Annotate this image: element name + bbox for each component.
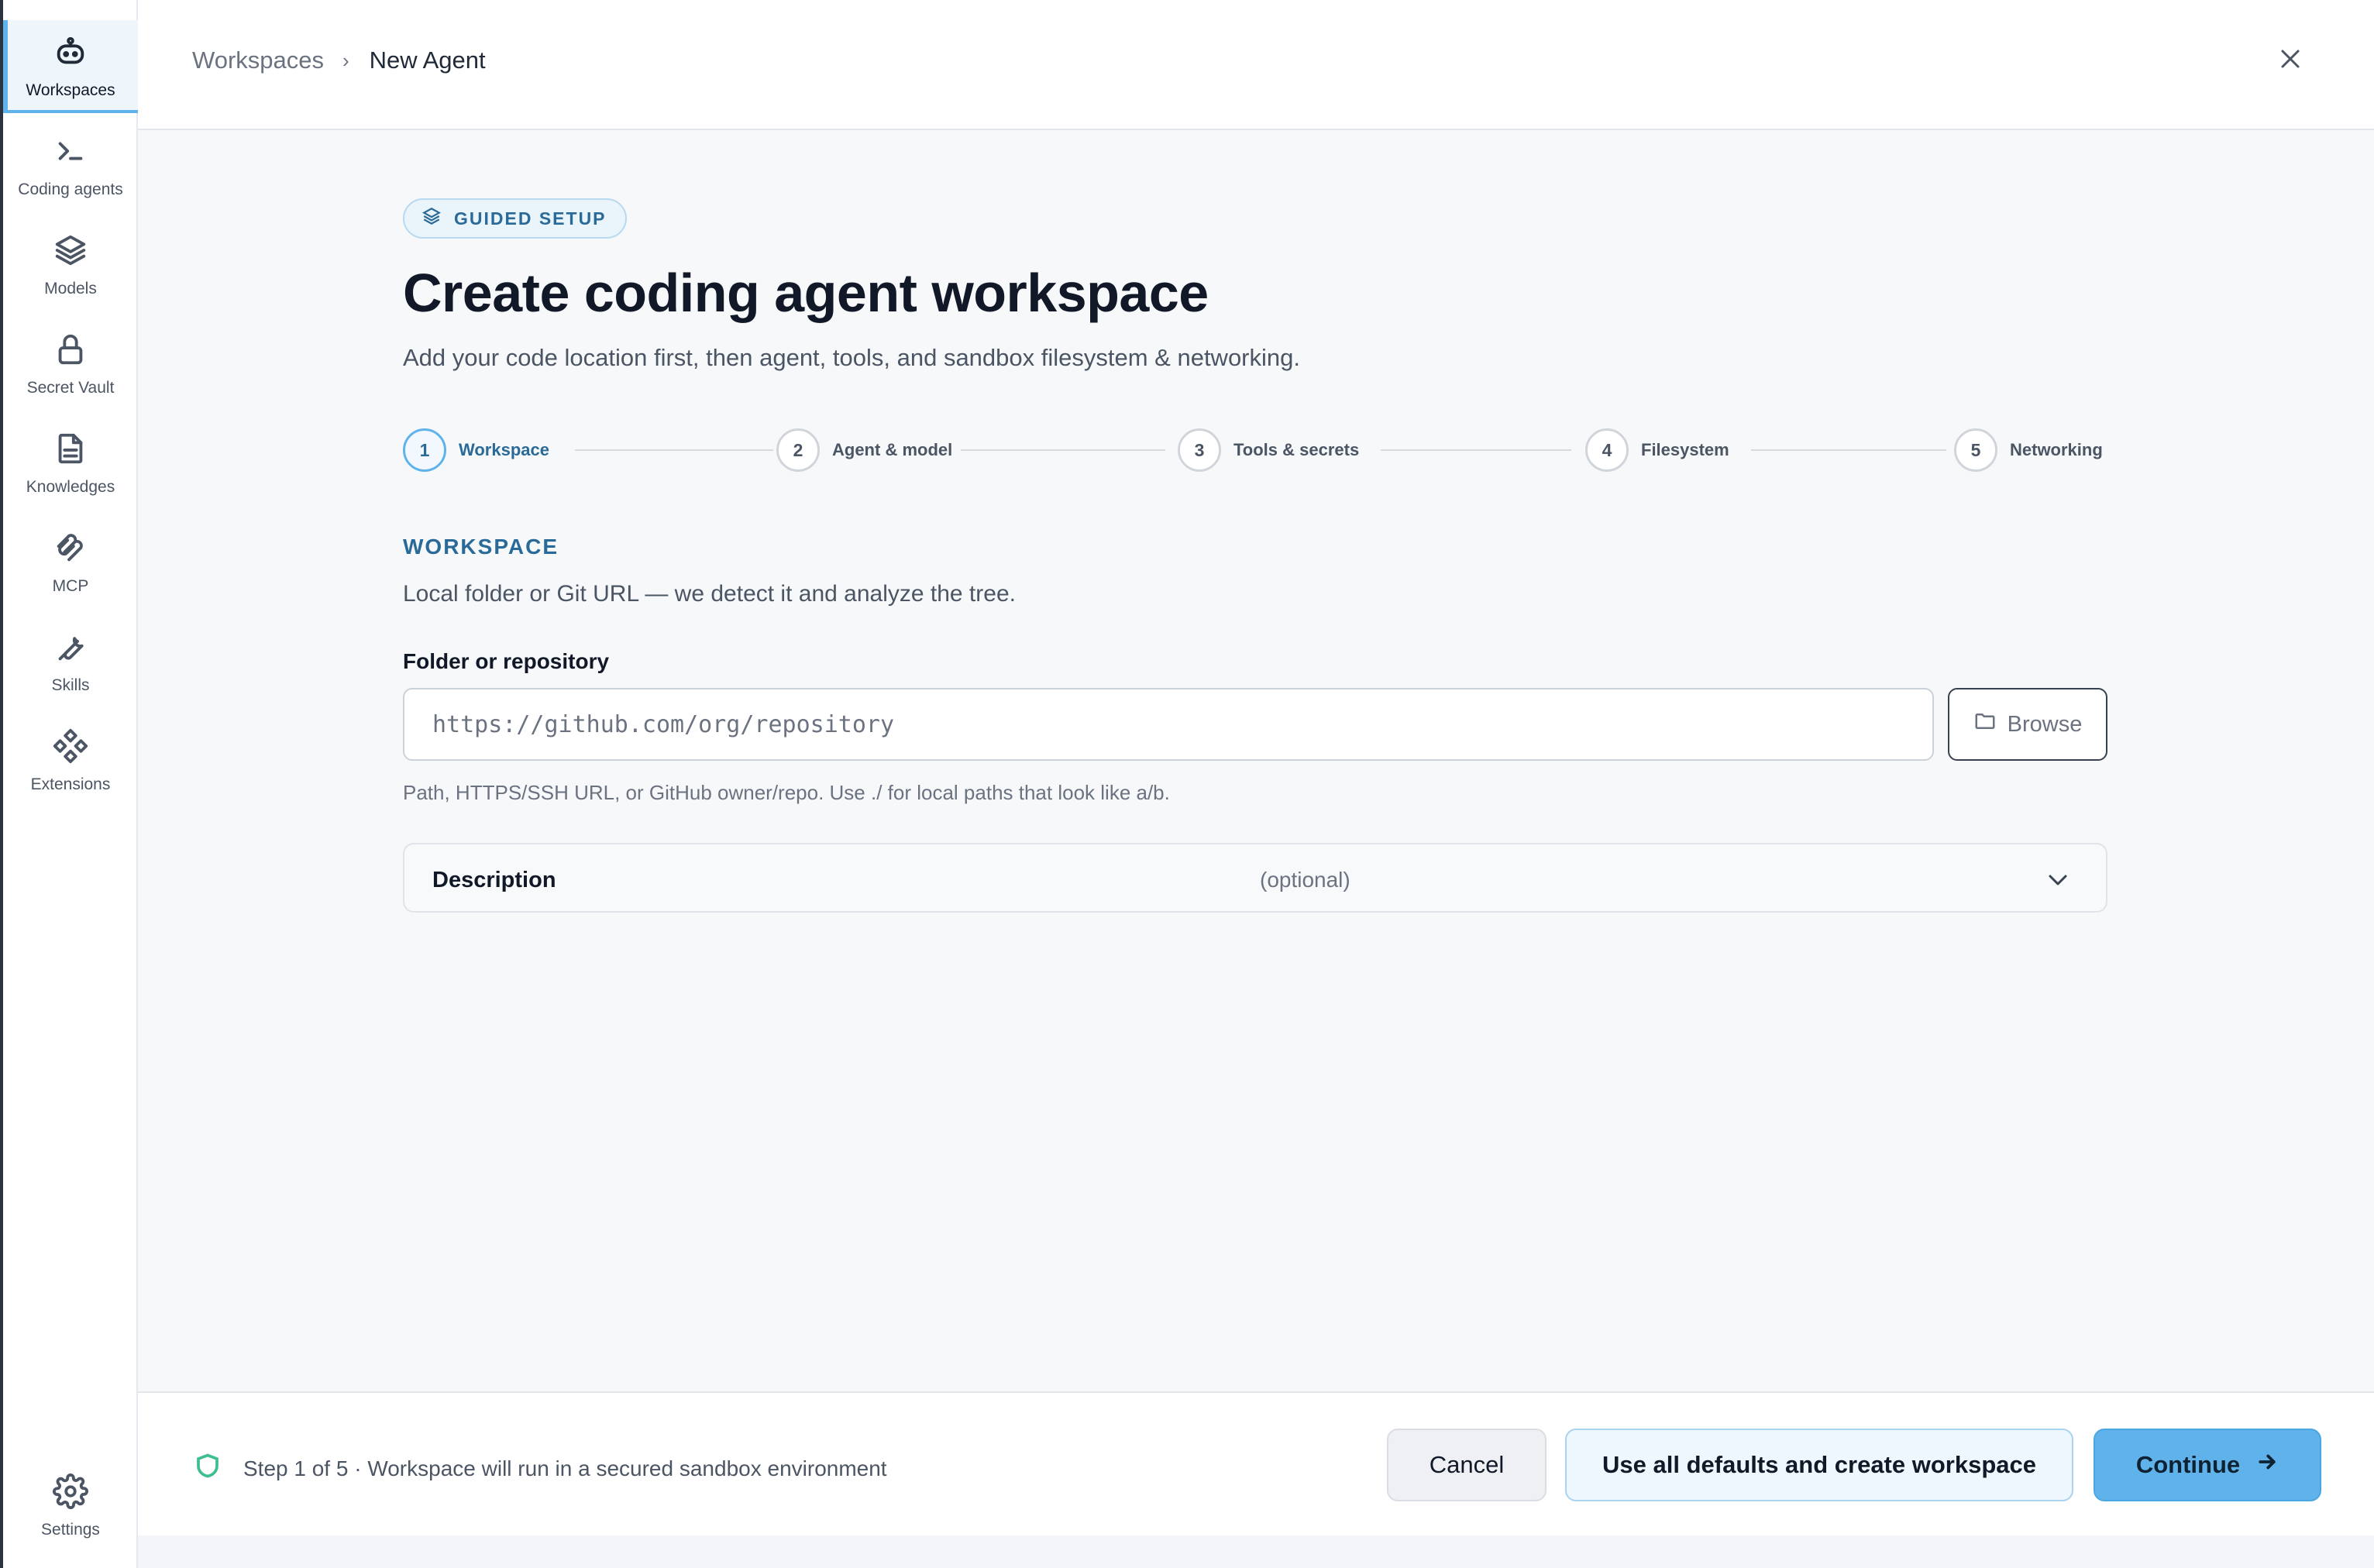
sidebar-item-knowledges[interactable]: Knowledges xyxy=(3,417,138,510)
page-subtitle: Add your code location first, then agent… xyxy=(403,344,1300,371)
step-workspace[interactable]: 1 Workspace xyxy=(403,426,549,474)
step-connector xyxy=(1381,449,1571,451)
repo-input[interactable] xyxy=(403,688,1934,761)
step-filesystem[interactable]: 4 Filesystem xyxy=(1585,426,1729,474)
sidebar-item-workspaces[interactable]: Workspaces xyxy=(3,20,138,113)
sidebar-item-skills[interactable]: Skills xyxy=(3,615,138,708)
gear-icon xyxy=(53,1473,88,1513)
step-label: Filesystem xyxy=(1641,440,1729,459)
sidebar-item-label: Secret Vault xyxy=(26,378,115,397)
sidebar-item-settings[interactable]: Settings xyxy=(3,1460,138,1553)
step-connector xyxy=(1751,449,1946,451)
sidebar-item-label: Extensions xyxy=(30,775,111,793)
repo-field-label: Folder or repository xyxy=(403,649,610,673)
continue-label: Continue xyxy=(2135,1451,2241,1478)
footer-status: Step 1 of 5 · Workspace will run in a se… xyxy=(194,1452,887,1485)
badge-label: GUIDED SETUP xyxy=(454,208,607,229)
sidebar-item-coding-agents[interactable]: Coding agents xyxy=(3,119,138,212)
close-button[interactable] xyxy=(2275,43,2306,74)
browse-button[interactable]: Browse xyxy=(1948,688,2107,761)
mcp-icon xyxy=(53,530,88,569)
document-icon xyxy=(53,431,88,470)
sidebar: Workspaces Coding agents Models Secret V… xyxy=(0,0,138,1568)
sidebar-item-label: Skills xyxy=(51,676,90,694)
step-number: 1 xyxy=(403,428,446,472)
section-title: WORKSPACE xyxy=(403,535,559,559)
use-defaults-button[interactable]: Use all defaults and create workspace xyxy=(1565,1429,2073,1501)
footer-status-text: Step 1 of 5 · Workspace will run in a se… xyxy=(243,1456,887,1480)
robot-icon xyxy=(53,34,88,74)
sidebar-item-label: Coding agents xyxy=(18,180,123,198)
chevron-down-icon xyxy=(2044,866,2072,894)
step-number: 2 xyxy=(776,428,820,472)
description-label: Description xyxy=(432,868,556,892)
continue-button[interactable]: Continue xyxy=(2094,1429,2321,1501)
wizard-footer: Step 1 of 5 · Workspace will run in a se… xyxy=(138,1391,2374,1535)
extensions-icon xyxy=(53,728,88,768)
folder-icon xyxy=(1973,710,2008,739)
top-header: Workspaces › New Agent xyxy=(138,0,2374,130)
chevron-right-icon: › xyxy=(342,48,349,72)
sidebar-item-mcp[interactable]: MCP xyxy=(3,516,138,609)
step-number: 5 xyxy=(1954,428,1997,472)
wizard-content: GUIDED SETUP Create coding agent workspa… xyxy=(403,198,2107,913)
repo-help-text: Path, HTTPS/SSH URL, or GitHub owner/rep… xyxy=(403,781,1170,804)
step-label: Networking xyxy=(2010,440,2103,459)
page-title: Create coding agent workspace xyxy=(403,263,1209,323)
sidebar-item-label: MCP xyxy=(52,576,89,595)
step-agent-model[interactable]: 2 Agent & model xyxy=(776,426,952,474)
sidebar-item-label: Models xyxy=(44,279,97,297)
lock-icon xyxy=(53,332,88,371)
guided-setup-badge: GUIDED SETUP xyxy=(403,198,627,239)
sidebar-item-extensions[interactable]: Extensions xyxy=(3,714,138,807)
description-optional-hint: (optional) xyxy=(1260,868,1350,892)
sidebar-item-secret-vault[interactable]: Secret Vault xyxy=(3,318,138,411)
bottom-strip xyxy=(138,1535,2374,1568)
wizard-stepper: 1 Workspace 2 Agent & model 3 Tools & se… xyxy=(403,426,2107,474)
step-tools-secrets[interactable]: 3 Tools & secrets xyxy=(1178,426,1359,474)
description-collapsible[interactable]: Description (optional) xyxy=(403,843,2107,913)
layers-icon xyxy=(53,232,88,272)
sidebar-item-label: Knowledges xyxy=(26,477,115,496)
terminal-icon xyxy=(53,133,88,173)
breadcrumb-current: New Agent xyxy=(369,46,486,74)
browse-label: Browse xyxy=(2007,711,2083,737)
step-label: Agent & model xyxy=(832,440,953,459)
breadcrumb: Workspaces › New Agent xyxy=(192,46,486,74)
sidebar-item-label: Settings xyxy=(41,1520,100,1539)
step-connector xyxy=(961,449,1165,451)
step-number: 3 xyxy=(1178,428,1221,472)
step-number: 4 xyxy=(1585,428,1629,472)
shield-icon xyxy=(194,1452,243,1485)
sidebar-item-label: Workspaces xyxy=(26,81,115,99)
step-networking[interactable]: 5 Networking xyxy=(1954,426,2103,474)
step-connector xyxy=(575,449,773,451)
close-icon xyxy=(2275,50,2306,77)
cancel-button[interactable]: Cancel xyxy=(1387,1429,1547,1501)
wrench-icon xyxy=(53,629,88,669)
sidebar-item-models[interactable]: Models xyxy=(3,218,138,311)
step-label: Tools & secrets xyxy=(1233,440,1360,459)
layers-icon xyxy=(421,206,454,231)
step-label: Workspace xyxy=(459,440,549,459)
arrow-right-icon xyxy=(2240,1450,2279,1480)
section-description: Local folder or Git URL — we detect it a… xyxy=(403,581,1016,607)
breadcrumb-workspaces-link[interactable]: Workspaces xyxy=(192,46,324,74)
